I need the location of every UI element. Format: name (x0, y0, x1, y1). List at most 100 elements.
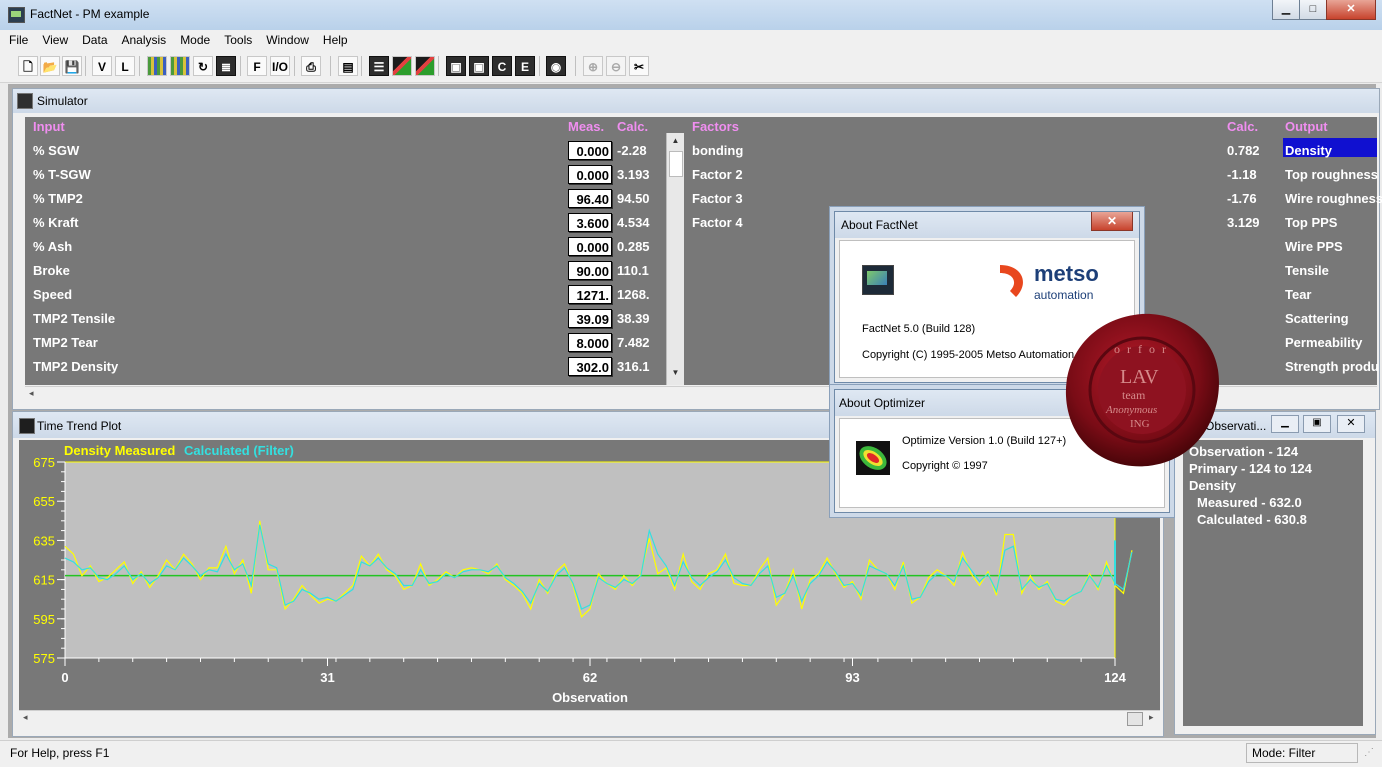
menu-bar: File View Data Analysis Mode Tools Window Help (0, 30, 1382, 50)
output-label[interactable]: Wire PPS (1285, 239, 1343, 254)
meas-input-field[interactable]: 0.000 (568, 237, 612, 256)
meas-input-field[interactable]: 0.000 (568, 165, 612, 184)
io-tool-button[interactable]: I/O (270, 56, 290, 76)
metso-logo: metso automation (996, 257, 1112, 307)
toolbar-separator (139, 56, 140, 76)
meas-input-field[interactable]: 3.600 (568, 213, 612, 232)
observation-close-button[interactable]: ✕ (1337, 415, 1365, 433)
seal-ing: ING (1130, 418, 1150, 430)
input-scrollbar[interactable]: ▲ ▼ (666, 133, 684, 385)
f-tool-button[interactable]: F (247, 56, 267, 76)
input-calc-value: 1268. (617, 287, 650, 302)
list-view-icon[interactable]: ≣ (216, 56, 236, 76)
factnet-app-icon (8, 7, 25, 23)
grid-view-icon[interactable] (147, 56, 167, 76)
close-button[interactable]: ✕ (1326, 0, 1376, 20)
model-e-icon[interactable]: E (515, 56, 535, 76)
simulator-title-bar: Simulator (13, 89, 1379, 113)
menu-view[interactable]: View (35, 30, 75, 47)
menu-analysis[interactable]: Analysis (115, 30, 174, 47)
toolbar-separator (294, 56, 295, 76)
meas-input-field[interactable]: 0.000 (568, 141, 612, 160)
meas-input-field[interactable]: 302.0 (568, 357, 612, 376)
scroll-thumb[interactable] (669, 151, 683, 177)
input-calc-value: 110.1 (617, 263, 649, 278)
observation-minimize-button[interactable]: ▁ (1271, 415, 1299, 433)
output-label[interactable]: Wire roughness (1285, 191, 1382, 206)
optimizer-icon[interactable]: ◉ (546, 56, 566, 76)
save-icon[interactable]: 💾 (62, 56, 82, 76)
scroll-down-arrow[interactable]: ▼ (667, 365, 684, 381)
cut-icon[interactable]: ✂ (629, 56, 649, 76)
output-label[interactable]: Permeability (1285, 335, 1362, 350)
menu-file[interactable]: File (0, 30, 35, 47)
toolbar-separator (85, 56, 86, 76)
bar-chart-icon[interactable] (392, 56, 412, 76)
factor-label: bonding (692, 143, 744, 158)
menu-window[interactable]: Window (259, 30, 316, 47)
maximize-button[interactable]: □ (1299, 0, 1327, 20)
input-calc-value: -2.28 (617, 143, 647, 158)
x-tick-label: 31 (320, 670, 334, 685)
measured-value: Measured - 632.0 (1197, 495, 1302, 510)
trend-scroll-left-arrow[interactable]: ◂ (23, 712, 28, 723)
v-tool-button[interactable]: V (92, 56, 112, 76)
factnet-version: FactNet 5.0 (Build 128) (862, 323, 976, 335)
meas-input-field[interactable]: 39.09 (568, 309, 612, 328)
input-header: Input (33, 119, 65, 134)
trend-horizontal-scrollbar[interactable]: ◂ ▸ (19, 710, 1160, 727)
open-folder-icon[interactable]: 📂 (40, 56, 60, 76)
observation-restore-button[interactable]: ▣ (1303, 415, 1331, 433)
output-calc-value: -1.18 (1227, 167, 1257, 182)
about-factnet-close-button[interactable]: ✕ (1091, 212, 1133, 231)
model-b-icon[interactable]: ▣ (469, 56, 489, 76)
factor-label: Factor 4 (692, 215, 743, 230)
input-label: Broke (33, 263, 70, 278)
properties-icon[interactable]: ▤ (338, 56, 358, 76)
output-label[interactable]: Top PPS (1285, 215, 1337, 230)
minimize-button[interactable]: ▁ (1272, 0, 1300, 20)
color-grid-icon[interactable] (170, 56, 190, 76)
y-tick-label: 575 (33, 651, 55, 666)
input-label: % TMP2 (33, 191, 83, 206)
trend-chart-icon[interactable] (415, 56, 435, 76)
x-tick-label: 93 (845, 670, 859, 685)
scroll-up-arrow[interactable]: ▲ (667, 133, 684, 149)
output-label[interactable]: Scattering (1285, 311, 1349, 326)
scroll-left-arrow[interactable]: ◂ (29, 388, 34, 399)
menu-tools[interactable]: Tools (217, 30, 259, 47)
toolbar-separator (438, 56, 439, 76)
meas-input-field[interactable]: 90.00 (568, 261, 612, 280)
refresh-icon[interactable]: ↻ (193, 56, 213, 76)
output-label[interactable]: Tear (1285, 287, 1312, 302)
y-tick-label: 675 (33, 455, 55, 470)
menu-help[interactable]: Help (316, 30, 355, 47)
output-label[interactable]: Strength produ (1285, 359, 1379, 374)
output-label[interactable]: Top roughness (1285, 167, 1378, 182)
meas-input-field[interactable]: 96.40 (568, 189, 612, 208)
seal-top-text: o r f o r (1114, 342, 1168, 356)
calculated-value: Calculated - 630.8 (1197, 512, 1307, 527)
table-view-icon[interactable]: ☰ (369, 56, 389, 76)
y-tick-label: 655 (33, 494, 55, 509)
l-tool-button[interactable]: L (115, 56, 135, 76)
zoom-in-icon[interactable]: ⊕ (583, 56, 603, 76)
input-calc-value: 7.482 (617, 335, 650, 350)
menu-mode[interactable]: Mode (173, 30, 217, 47)
zoom-out-icon[interactable]: ⊖ (606, 56, 626, 76)
meas-input-field[interactable]: 8.000 (568, 333, 612, 352)
resize-grip-icon[interactable]: ⋰ (1364, 747, 1374, 758)
trend-scroll-thumb[interactable] (1127, 712, 1143, 726)
factors-header: Factors (692, 119, 739, 134)
menu-data[interactable]: Data (75, 30, 114, 47)
model-c-icon[interactable]: C (492, 56, 512, 76)
print-icon[interactable]: ⎙ (301, 56, 321, 76)
seal-anonymous: Anonymous (1106, 404, 1158, 416)
optimizer-copyright: Copyright © 1997 (902, 460, 988, 472)
model-a-icon[interactable]: ▣ (446, 56, 466, 76)
output-label[interactable]: Density (1285, 143, 1332, 158)
meas-input-field[interactable]: 1271. (568, 285, 612, 304)
trend-scroll-right-arrow[interactable]: ▸ (1149, 712, 1154, 723)
output-label[interactable]: Tensile (1285, 263, 1329, 278)
new-file-icon[interactable]: 🗋 (18, 56, 38, 76)
